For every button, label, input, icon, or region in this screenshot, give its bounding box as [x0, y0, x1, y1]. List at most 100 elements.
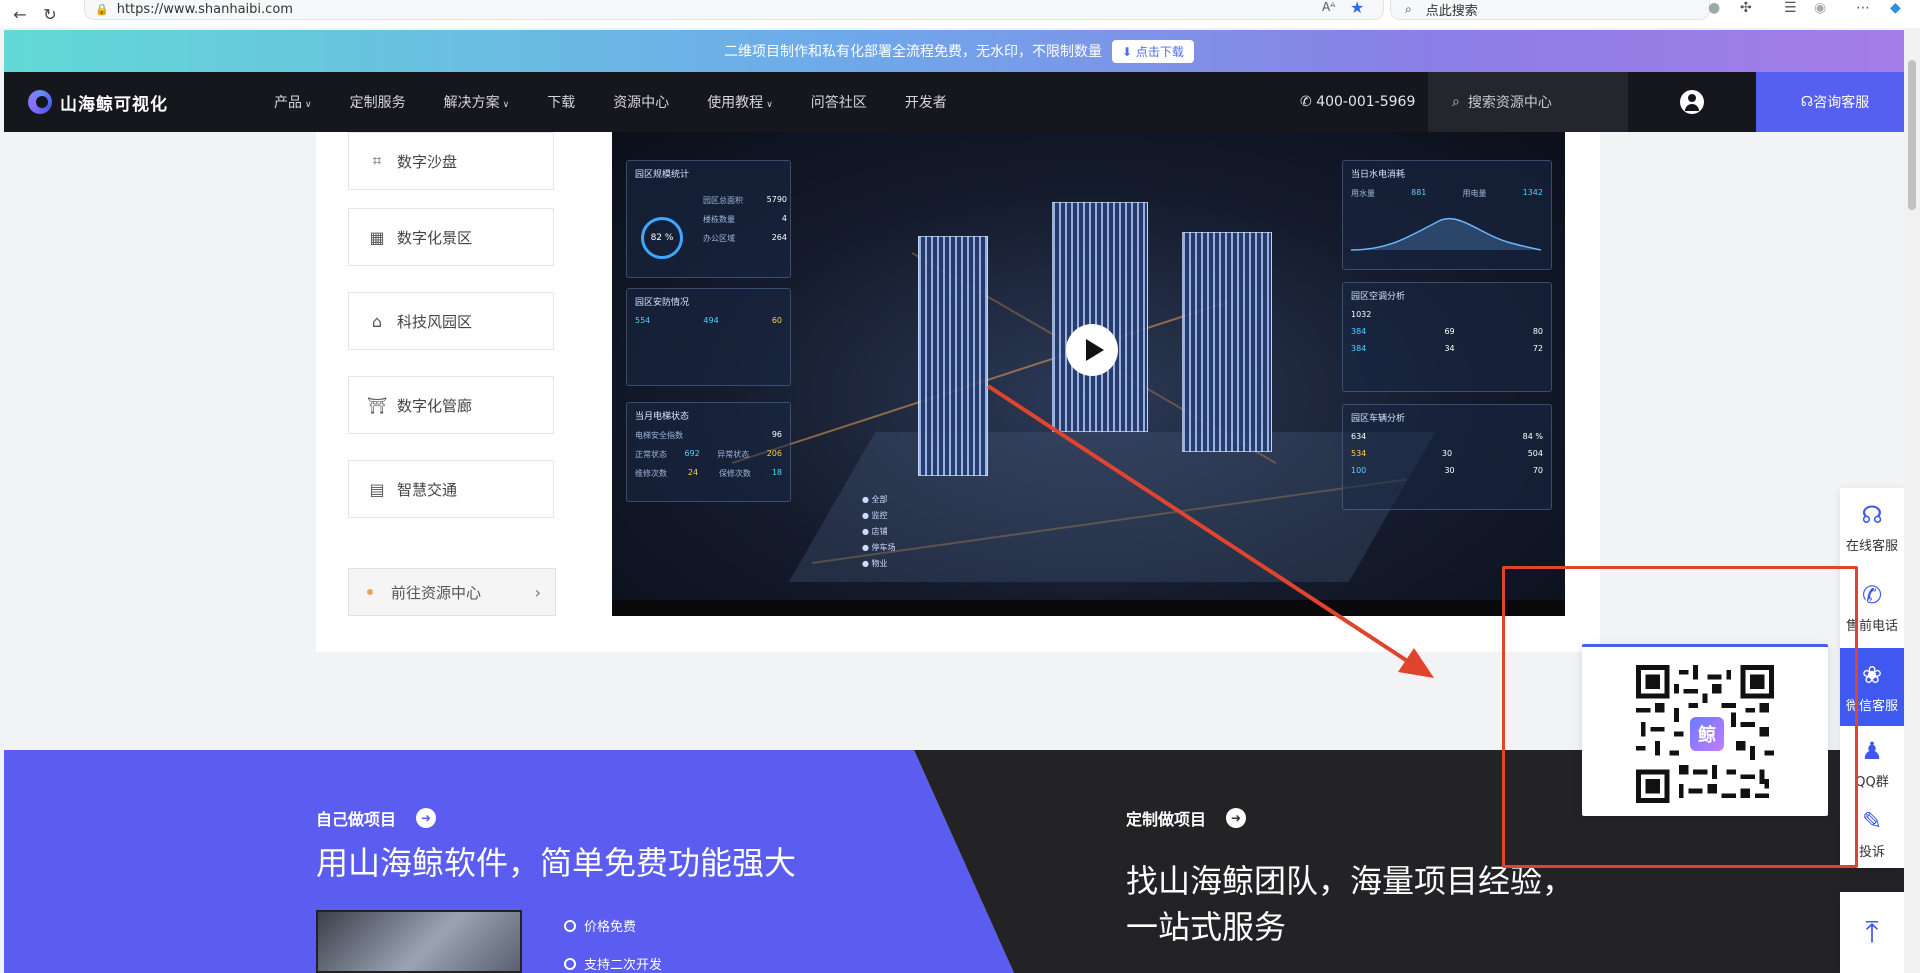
bullet-dot — [367, 589, 373, 595]
side-item-digital-sandbox[interactable]: ⌗ 数字沙盘 — [348, 132, 554, 190]
nav-item-tutorials[interactable]: 使用教程 ∨ — [707, 92, 773, 112]
stat-value: 554 — [635, 316, 651, 325]
stat-value: 494 — [703, 316, 719, 325]
goto-resource-center-button[interactable]: 前往资源中心 › — [348, 568, 556, 616]
side-item-label: 智慧交通 — [397, 480, 458, 499]
nav-item-label: 开发者 — [904, 95, 947, 111]
puzzle-icon[interactable]: ✣ — [1740, 0, 1752, 16]
float-online-service[interactable]: ☊ 在线客服 — [1840, 488, 1904, 566]
stat-label: 办公区域 — [703, 234, 735, 243]
stat-value: 96 — [771, 430, 782, 439]
side-item-label: 数字化管廊 — [397, 396, 473, 415]
stat-value: 5790 — [766, 195, 787, 204]
wechat-icon: ❀ — [1861, 660, 1883, 689]
panel-utility: 当日水电消耗 用水量 881 用电量 1342 — [1342, 160, 1552, 270]
occupancy-gauge: 82 % — [641, 217, 683, 259]
site-logo[interactable]: 山海鲸可视化 — [28, 90, 228, 115]
custom-project-link[interactable]: 定制做项目 ➜ — [1126, 806, 1247, 830]
nav-item-developers[interactable]: 开发者 — [905, 92, 947, 112]
stat-label: 用水量 — [1351, 189, 1375, 198]
promo-banner: 二维项目制作和私有化部署全流程免费，无水印，不限制数量 ⬇ 点击下载 — [4, 30, 1914, 72]
nav-item-qa-community[interactable]: 问答社区 — [811, 92, 867, 112]
legend-item[interactable]: ● 停车场 — [862, 540, 896, 556]
nav-item-custom-service[interactable]: 定制服务 — [350, 92, 406, 112]
promo-text: 二维项目制作和私有化部署全流程免费，无水印，不限制数量 — [724, 44, 1103, 60]
stat-value: 384 — [1351, 344, 1367, 353]
search-icon: ⌕ — [1405, 2, 1412, 16]
back-to-top-button[interactable]: ⤒ — [1840, 892, 1904, 973]
side-item-label: 数字沙盘 — [397, 152, 458, 171]
stat-value: 69 — [1444, 327, 1455, 336]
stat-value: 1032 — [1351, 310, 1372, 319]
panel-title: 园区安防情况 — [635, 298, 690, 308]
extension-icon[interactable]: ● — [1708, 0, 1720, 16]
collections-icon[interactable]: ☰ — [1784, 0, 1797, 16]
nav-item-product[interactable]: 产品 ∨ — [274, 92, 312, 112]
stat-value: 18 — [771, 468, 782, 477]
map-legend: ● 全部 ● 监控 ● 店铺 ● 停车场 ● 物业 — [862, 492, 896, 572]
stat-value: 504 — [1527, 449, 1543, 458]
legend-item[interactable]: ● 全部 — [862, 492, 896, 508]
float-item-label: 在线客服 — [1845, 538, 1898, 554]
factory-icon: ⌂ — [371, 311, 383, 331]
copilot-icon[interactable]: ◆ — [1890, 0, 1901, 16]
stat-value: 70 — [1532, 466, 1543, 475]
side-item-digital-pipe-gallery[interactable]: ⛩ 数字化管廊 — [348, 376, 554, 434]
stat-label: 电梯安全指数 — [635, 431, 683, 440]
legend-label: 全部 — [871, 495, 888, 504]
building-icon: ▦ — [369, 227, 385, 247]
side-item-digital-scenic[interactable]: ▦ 数字化景区 — [348, 208, 554, 266]
nav-item-solutions[interactable]: 解决方案 ∨ — [444, 92, 510, 112]
refresh-icon[interactable]: ↻ — [40, 4, 60, 24]
software-screenshot-thumb — [316, 910, 522, 973]
video-play-button[interactable] — [1066, 324, 1118, 376]
legend-item[interactable]: ● 物业 — [862, 556, 896, 572]
nav-item-download[interactable]: 下载 — [547, 92, 575, 112]
custom-project-label: 定制做项目 — [1126, 810, 1207, 829]
edit-document-icon: ✎ — [1861, 806, 1883, 835]
nav-item-resource-center[interactable]: 资源中心 — [613, 92, 669, 112]
check-ring-icon — [564, 919, 576, 932]
favorite-star-icon[interactable]: ★ — [1350, 0, 1364, 17]
side-item-label: 科技风园区 — [397, 312, 473, 331]
search-icon: ⌕ — [1452, 94, 1460, 110]
scrollbar-thumb[interactable] — [1908, 60, 1916, 210]
legend-item[interactable]: ● 监控 — [862, 508, 896, 524]
stat-label: 保修次数 — [718, 469, 751, 478]
side-item-smart-traffic[interactable]: ▤ 智慧交通 — [348, 460, 554, 518]
legend-label: 监控 — [871, 511, 888, 520]
consult-button[interactable]: ☊ 咨询客服 — [1756, 72, 1914, 132]
lock-icon: 🔒 — [95, 3, 109, 16]
stat-value: 80 — [1532, 327, 1543, 336]
crop-icon: ⌗ — [372, 151, 382, 170]
self-project-link[interactable]: 自己做项目 ➜ — [316, 806, 437, 830]
stat-label: 用电量 — [1462, 189, 1487, 198]
phone-text: 400-001-5969 — [1316, 94, 1416, 110]
feature-label: 价格免费 — [584, 920, 637, 935]
legend-label: 停车场 — [871, 543, 896, 552]
read-aloud-icon[interactable]: Aᴬ — [1322, 0, 1335, 14]
more-menu-icon[interactable]: ⋯ — [1856, 0, 1870, 16]
traffic-icon: ▤ — [369, 479, 385, 499]
feature-free-price: 价格免费 — [564, 916, 636, 935]
legend-item[interactable]: ● 店铺 — [862, 524, 896, 540]
custom-project-title-line2: 一站式服务 — [1126, 908, 1287, 946]
side-item-tech-park[interactable]: ⌂ 科技风园区 — [348, 292, 554, 350]
consult-label: 咨询客服 — [1813, 95, 1870, 111]
arrow-up-icon: ⤒ — [1865, 915, 1879, 950]
feature-label: 支持二次开发 — [584, 958, 663, 973]
panel-park-scale: 园区规模统计 82 % 园区总面积 5790 楼栋数量 4 办公区域 264 — [626, 160, 791, 278]
user-avatar-icon[interactable] — [1680, 90, 1704, 114]
goto-label: 前往资源中心 — [391, 583, 482, 602]
profile-avatar-icon[interactable]: ◉ — [1814, 0, 1826, 16]
nav-item-label: 解决方案 — [443, 95, 500, 111]
resource-search-input[interactable]: ⌕ 搜索资源中心 — [1428, 72, 1628, 132]
browser-search-box[interactable]: ⌕ 点此搜索 — [1390, 0, 1710, 20]
stat-value: 384 — [1351, 327, 1367, 336]
nav-item-label: 下载 — [547, 95, 576, 111]
promo-download-button[interactable]: ⬇ 点击下载 — [1112, 39, 1194, 63]
panel-ac-analysis: 园区空调分析 1032 384 69 80 384 34 72 — [1342, 282, 1552, 392]
address-bar[interactable]: 🔒 https://www.shanhaibi.com — [84, 0, 1384, 20]
phone-number[interactable]: ✆ 400-001-5969 — [1300, 94, 1415, 110]
back-icon[interactable]: ← — [10, 4, 30, 24]
